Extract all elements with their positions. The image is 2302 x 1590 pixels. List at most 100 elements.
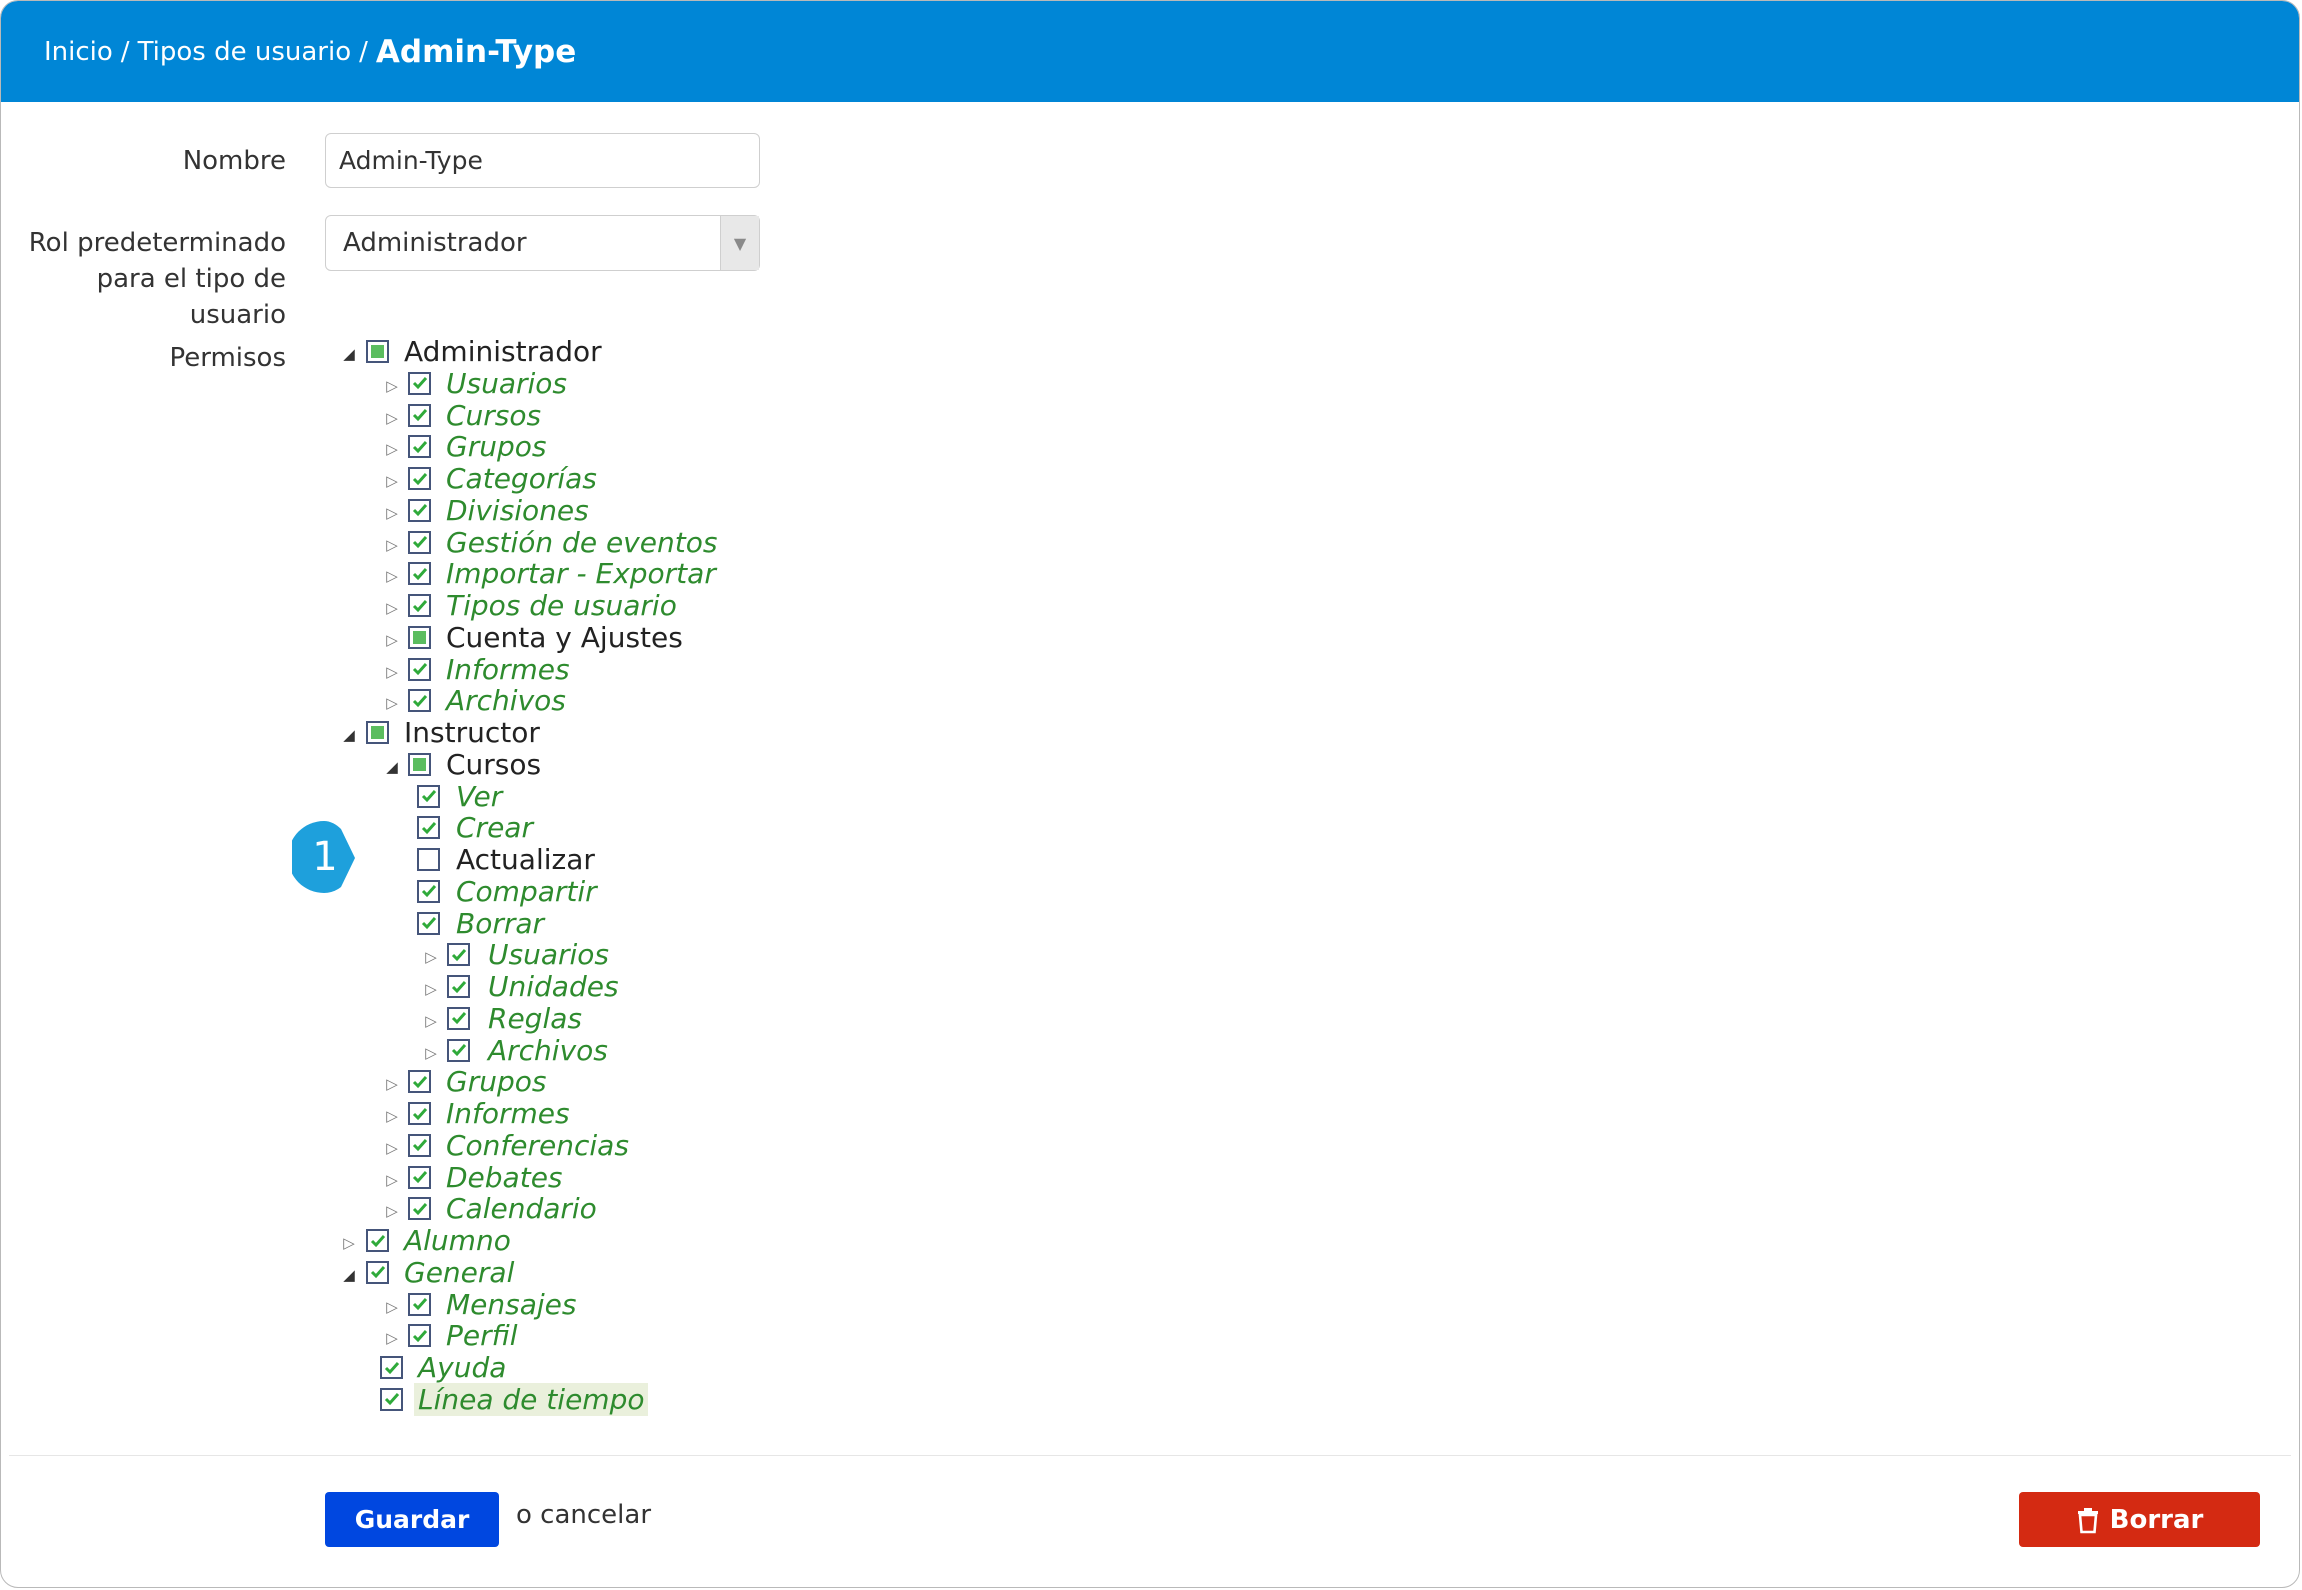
tree-node-label[interactable]: Instructor [404,716,540,749]
tree-node-label[interactable]: Reglas [488,1002,582,1035]
permission-checkbox[interactable] [408,625,431,649]
permission-checkbox[interactable] [366,1260,389,1284]
permission-checkbox[interactable] [408,689,431,713]
permission-checkbox[interactable] [408,371,431,395]
permission-checkbox[interactable] [408,1324,431,1348]
expand-arrow-icon[interactable]: ▷ [421,1011,441,1031]
tree-node-label[interactable]: Importar - Exportar [446,557,716,590]
collapse-arrow-icon[interactable]: ◢ [339,725,359,745]
permission-checkbox[interactable] [408,752,431,776]
permission-checkbox[interactable] [408,530,431,554]
permission-checkbox[interactable] [408,467,431,490]
permission-checkbox[interactable] [408,594,431,617]
tree-node-label[interactable]: Categorías [446,462,597,495]
tree-node-label[interactable]: Borrar [456,907,544,940]
expand-arrow-icon[interactable]: ▷ [382,376,402,396]
tree-node-label[interactable]: Línea de tiempo [414,1382,649,1416]
dropdown-arrow-icon[interactable]: ▼ [720,216,759,270]
tree-node-label[interactable]: Unidades [488,970,619,1003]
permission-checkbox[interactable] [408,657,431,681]
permission-checkbox[interactable] [408,1197,431,1221]
permission-checkbox[interactable] [417,911,440,935]
expand-arrow-icon[interactable]: ▷ [421,1043,441,1063]
tree-node-label[interactable]: Grupos [446,1065,546,1098]
permission-checkbox[interactable] [366,721,389,744]
permission-checkbox[interactable] [408,1292,431,1316]
permission-checkbox[interactable] [417,879,440,903]
permission-checkbox[interactable] [417,784,440,808]
permission-checkbox[interactable] [408,1102,431,1125]
permission-checkbox[interactable] [417,816,440,840]
permission-checkbox[interactable] [447,1038,470,1062]
expand-arrow-icon[interactable]: ▷ [382,598,402,618]
permission-checkbox[interactable] [408,403,431,427]
tree-node-label[interactable]: Actualizar [456,843,595,876]
cancel-link[interactable]: o cancelar [516,1500,651,1530]
expand-arrow-icon[interactable]: ▷ [382,1138,402,1158]
collapse-arrow-icon[interactable]: ◢ [339,1265,359,1285]
tree-node-label[interactable]: Cursos [446,748,541,781]
permission-checkbox[interactable] [408,1165,431,1189]
collapse-arrow-icon[interactable]: ◢ [382,757,402,777]
tree-node-label[interactable]: Alumno [404,1224,511,1257]
expand-arrow-icon[interactable]: ▷ [382,630,402,650]
tree-node-label[interactable]: Ver [456,780,502,813]
tree-node-label[interactable]: Perfil [446,1319,518,1352]
tree-node-label[interactable]: Usuarios [446,367,567,400]
tree-node-label[interactable]: General [404,1256,514,1289]
expand-arrow-icon[interactable]: ▷ [382,535,402,555]
expand-arrow-icon[interactable]: ▷ [382,566,402,586]
expand-arrow-icon[interactable]: ▷ [382,408,402,428]
permission-checkbox[interactable] [447,975,470,998]
role-select[interactable]: Administrador ▼ [325,215,760,271]
tree-node-label[interactable]: Cursos [446,399,541,432]
permission-checkbox[interactable] [408,1133,431,1157]
tree-node-label[interactable]: Cuenta y Ajustes [446,621,683,654]
tree-node-label[interactable]: Informes [446,653,570,686]
expand-arrow-icon[interactable]: ▷ [382,439,402,459]
permission-checkbox[interactable] [408,435,431,459]
tree-node-label[interactable]: Compartir [456,875,597,908]
tree-node-label[interactable]: Ayuda [418,1351,506,1384]
expand-arrow-icon[interactable]: ▷ [421,979,441,999]
tree-node-label[interactable]: Crear [456,811,533,844]
tree-node-label[interactable]: Gestión de eventos [446,526,717,559]
tree-node-label[interactable]: Mensajes [446,1288,576,1321]
permission-checkbox[interactable] [408,1070,431,1094]
tree-node-label[interactable]: Tipos de usuario [446,589,677,622]
tree-node-label[interactable]: Usuarios [488,938,609,971]
expand-arrow-icon[interactable]: ▷ [382,471,402,491]
permission-checkbox[interactable] [408,562,431,586]
expand-arrow-icon[interactable]: ▷ [382,503,402,523]
delete-button[interactable]: Borrar [2019,1492,2260,1547]
expand-arrow-icon[interactable]: ▷ [382,1106,402,1126]
expand-arrow-icon[interactable]: ▷ [382,1297,402,1317]
permission-checkbox[interactable] [380,1356,403,1379]
expand-arrow-icon[interactable]: ▷ [382,1170,402,1190]
expand-arrow-icon[interactable]: ▷ [382,1201,402,1221]
tree-node-label[interactable]: Informes [446,1097,570,1130]
tree-node-label[interactable]: Archivos [446,684,566,717]
permission-checkbox[interactable] [366,340,389,363]
permission-checkbox[interactable] [447,1006,470,1030]
expand-arrow-icon[interactable]: ▷ [382,1074,402,1094]
expand-arrow-icon[interactable]: ▷ [421,947,441,967]
permission-checkbox[interactable] [447,943,470,967]
collapse-arrow-icon[interactable]: ◢ [339,344,359,364]
breadcrumb-home-link[interactable]: Inicio [44,37,113,67]
name-input[interactable]: Admin-Type [325,133,760,188]
tree-node-label[interactable]: Administrador [404,335,602,368]
tree-node-label[interactable]: Grupos [446,430,546,463]
breadcrumb-user-types-link[interactable]: Tipos de usuario [138,37,352,67]
tree-node-label[interactable]: Debates [446,1161,563,1194]
expand-arrow-icon[interactable]: ▷ [382,662,402,682]
tree-node-label[interactable]: Calendario [446,1192,597,1225]
expand-arrow-icon[interactable]: ▷ [382,693,402,713]
permission-checkbox[interactable] [408,498,431,522]
expand-arrow-icon[interactable]: ▷ [382,1328,402,1348]
save-button[interactable]: Guardar [325,1492,499,1547]
tree-node-label[interactable]: Archivos [488,1034,608,1067]
permission-checkbox[interactable] [417,848,440,871]
permission-checkbox[interactable] [366,1229,389,1252]
tree-node-label[interactable]: Conferencias [446,1129,629,1162]
